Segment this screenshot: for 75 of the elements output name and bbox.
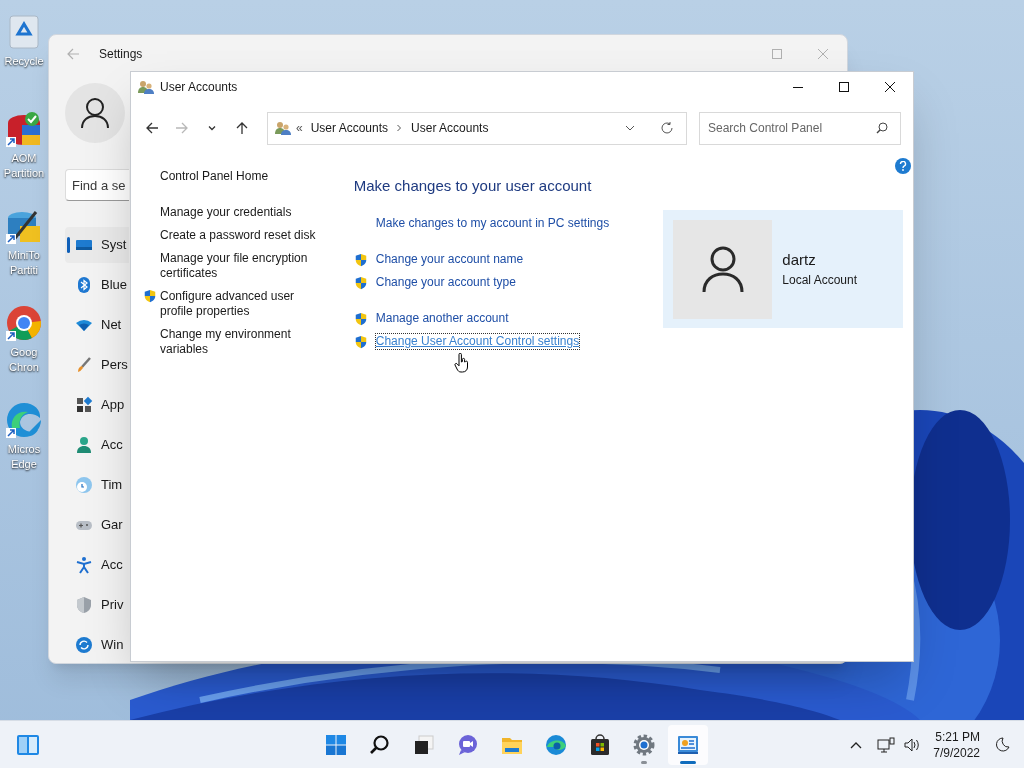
window-title: Settings: [99, 46, 143, 63]
nav-item[interactable]: Net: [65, 307, 129, 343]
nav-item[interactable]: App: [65, 387, 129, 423]
task-link[interactable]: Change my environment variables: [160, 327, 320, 357]
page-heading: Make changes to your user account: [353, 176, 593, 196]
store-icon: [588, 732, 612, 757]
task-link[interactable]: Manage your file encryption certificates: [160, 251, 320, 281]
accounts-icon: [75, 436, 93, 454]
start-icon: [324, 732, 348, 757]
search-field[interactable]: Find a se: [65, 169, 129, 201]
arrow-icon: [175, 121, 189, 135]
close-icon: [885, 82, 895, 92]
users-icon: [138, 79, 154, 95]
maximize-icon: [772, 49, 782, 59]
task-link[interactable]: Manage another account: [375, 311, 509, 326]
task-link[interactable]: Change your account type: [375, 275, 516, 290]
nav-item[interactable]: Blue: [65, 267, 129, 303]
task-link[interactable]: Make changes to my account in PC settings: [375, 216, 610, 231]
breadcrumb-chevron-icon: [395, 124, 404, 132]
taskview-icon: [412, 732, 436, 757]
time-icon: [75, 476, 93, 494]
chat-icon: [456, 732, 480, 757]
moon-icon: [994, 737, 1010, 753]
arrow-icon: [235, 121, 249, 135]
question-mark-icon: [899, 161, 907, 171]
task-link[interactable]: Change User Account Control settings: [375, 334, 580, 349]
volume-icon: [903, 737, 922, 753]
task-link[interactable]: Manage your credentials: [160, 205, 320, 220]
task-link[interactable]: Change your account name: [375, 252, 524, 267]
search-input[interactable]: Search Control Panel: [708, 119, 876, 137]
update-icon: [75, 636, 93, 654]
account-name: dartz: [782, 249, 817, 270]
breadcrumb[interactable]: User Accounts: [411, 119, 489, 137]
widgets-icon: [16, 733, 40, 757]
user-icon: [700, 245, 745, 293]
hand-cursor-icon: [454, 353, 470, 373]
nav-item[interactable]: Pers: [65, 347, 129, 383]
account-type: Local Account: [782, 272, 858, 290]
running-indicator: [641, 760, 647, 764]
close-icon: [818, 49, 828, 59]
chevron-up-icon: [850, 741, 863, 749]
personalization-icon: [75, 356, 93, 374]
user-icon: [80, 97, 110, 129]
privacy-icon: [75, 596, 93, 614]
search-box[interactable]: Search Control Panel: [699, 111, 901, 145]
network-icon: [877, 737, 896, 753]
task-link[interactable]: Configure advanced user profile properties: [160, 289, 320, 319]
arrow-icon: [145, 121, 159, 135]
nav-item[interactable]: Tim: [65, 467, 129, 503]
apps-icon: [75, 396, 93, 414]
nav-item[interactable]: Win: [65, 627, 129, 663]
help-button[interactable]: [895, 158, 911, 174]
refresh-icon: [660, 121, 674, 135]
address-bar[interactable]: « User Accounts User Accounts: [267, 111, 687, 145]
accessibility-icon: [75, 556, 93, 574]
nav-item[interactable]: Acc: [65, 547, 129, 583]
nav-item[interactable]: Syst: [65, 227, 129, 263]
window-title: User Accounts: [160, 79, 238, 96]
back-arrow-icon: [66, 47, 80, 61]
overflow-chevron[interactable]: «: [296, 119, 303, 137]
clock[interactable]: 5:21 PM 7/9/2022: [933, 729, 980, 761]
task-link[interactable]: Create a password reset disk: [160, 228, 320, 243]
nav-item[interactable]: Priv: [65, 587, 129, 623]
maximize-icon: [839, 82, 849, 92]
users-icon: [275, 120, 291, 136]
taskbar-app-button[interactable]: [668, 724, 708, 765]
settings-icon: [632, 732, 656, 757]
selection-indicator: [67, 237, 70, 253]
nav-item[interactable]: Gar: [65, 507, 129, 543]
search-icon: [876, 122, 888, 134]
running-indicator: [680, 760, 696, 764]
bluetooth-icon: [75, 276, 93, 294]
control-panel-home-link[interactable]: Control Panel Home: [160, 169, 354, 184]
nav-item[interactable]: Acc: [65, 427, 129, 463]
breadcrumb[interactable]: User Accounts: [310, 119, 389, 137]
